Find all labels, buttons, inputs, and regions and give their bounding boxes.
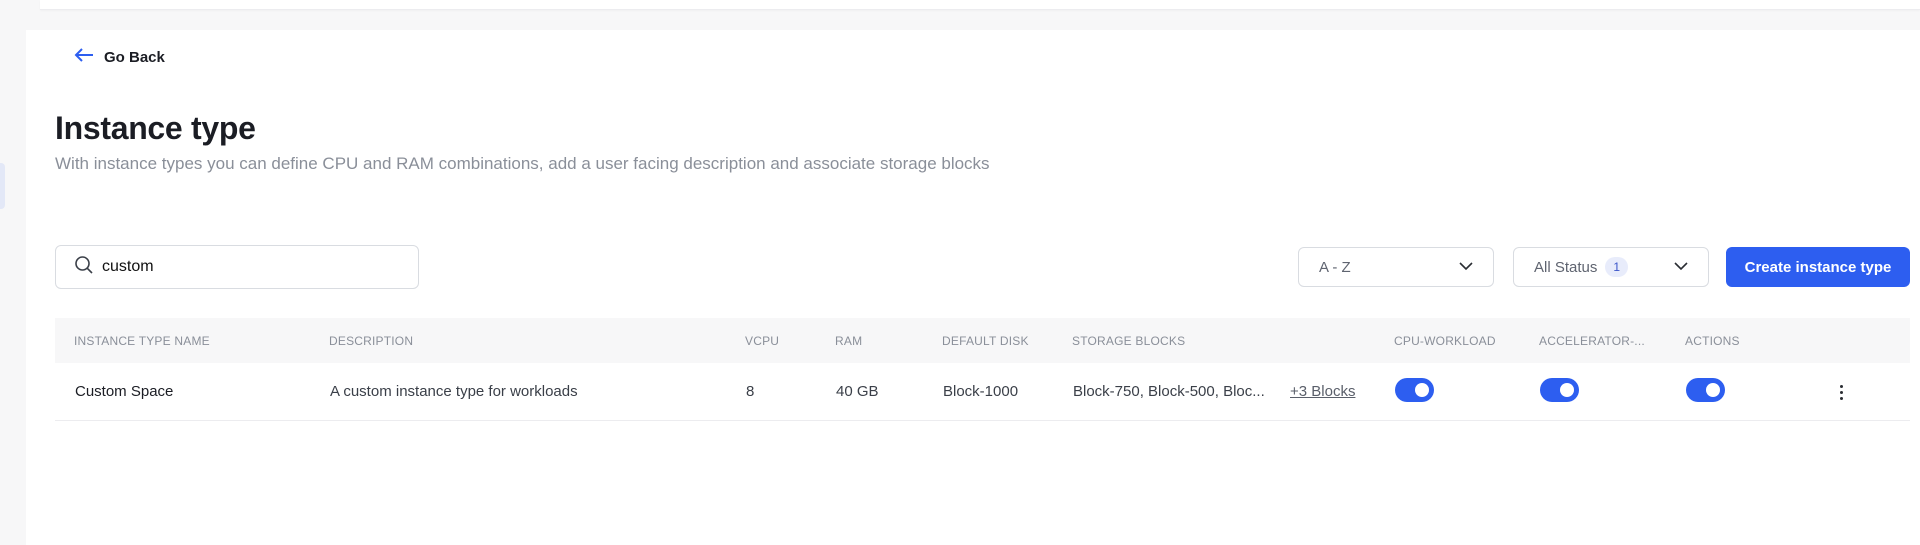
cell-storage-blocks: Block-750, Block-500, Bloc... bbox=[1073, 383, 1265, 400]
status-filter-select[interactable]: All Status 1 bbox=[1513, 247, 1709, 287]
cell-vcpu: 8 bbox=[746, 383, 755, 400]
column-header-cpu-workload[interactable]: CPU-WORKLOAD bbox=[1394, 334, 1496, 348]
column-header-default-disk[interactable]: DEFAULT DISK bbox=[942, 334, 1029, 348]
chevron-down-icon bbox=[1674, 258, 1688, 276]
cell-name: Custom Space bbox=[75, 383, 174, 400]
sidebar-rail bbox=[0, 0, 26, 545]
column-header-actions[interactable]: ACTIONS bbox=[1685, 334, 1740, 348]
column-header-accelerator[interactable]: ACCELERATOR-... bbox=[1539, 334, 1645, 348]
search-icon bbox=[74, 255, 94, 280]
go-back-link[interactable]: Go Back bbox=[74, 48, 165, 67]
search-field[interactable] bbox=[55, 245, 419, 289]
toggle-knob bbox=[1706, 383, 1720, 397]
top-bar bbox=[40, 0, 1920, 10]
go-back-label: Go Back bbox=[104, 49, 165, 66]
sidebar-active-marker bbox=[0, 163, 5, 209]
sort-value: A - Z bbox=[1319, 258, 1351, 276]
search-input[interactable] bbox=[102, 258, 402, 276]
page-subtitle: With instance types you can define CPU a… bbox=[55, 154, 990, 173]
arrow-left-icon bbox=[74, 48, 94, 67]
table-row[interactable]: Custom Space A custom instance type for … bbox=[55, 363, 1910, 421]
toggle-knob bbox=[1415, 383, 1429, 397]
more-blocks-link[interactable]: +3 Blocks bbox=[1290, 383, 1355, 400]
table-header: INSTANCE TYPE NAME DESCRIPTION VCPU RAM … bbox=[55, 318, 1910, 363]
accelerator-toggle[interactable] bbox=[1540, 378, 1579, 402]
actions-toggle[interactable] bbox=[1686, 378, 1725, 402]
sort-select[interactable]: A - Z bbox=[1298, 247, 1494, 287]
main-panel: Go Back Instance type With instance type… bbox=[26, 30, 1920, 545]
cell-ram: 40 GB bbox=[836, 383, 879, 400]
create-instance-type-button[interactable]: Create instance type bbox=[1726, 247, 1910, 287]
kebab-menu-icon[interactable] bbox=[1833, 381, 1849, 403]
status-value: All Status bbox=[1534, 258, 1598, 276]
column-header-ram[interactable]: RAM bbox=[835, 334, 862, 348]
column-header-description[interactable]: DESCRIPTION bbox=[329, 334, 413, 348]
column-header-name[interactable]: INSTANCE TYPE NAME bbox=[74, 334, 210, 348]
chevron-down-icon bbox=[1459, 258, 1473, 276]
instance-type-table: INSTANCE TYPE NAME DESCRIPTION VCPU RAM … bbox=[55, 318, 1910, 421]
column-header-vcpu[interactable]: VCPU bbox=[745, 334, 779, 348]
cell-description: A custom instance type for workloads bbox=[330, 383, 578, 400]
cpu-workload-toggle[interactable] bbox=[1395, 378, 1434, 402]
column-header-storage-blocks[interactable]: STORAGE BLOCKS bbox=[1072, 334, 1185, 348]
cell-default-disk: Block-1000 bbox=[943, 383, 1019, 400]
page-title: Instance type bbox=[55, 110, 256, 146]
toggle-knob bbox=[1560, 383, 1574, 397]
status-count-badge: 1 bbox=[1605, 257, 1629, 277]
